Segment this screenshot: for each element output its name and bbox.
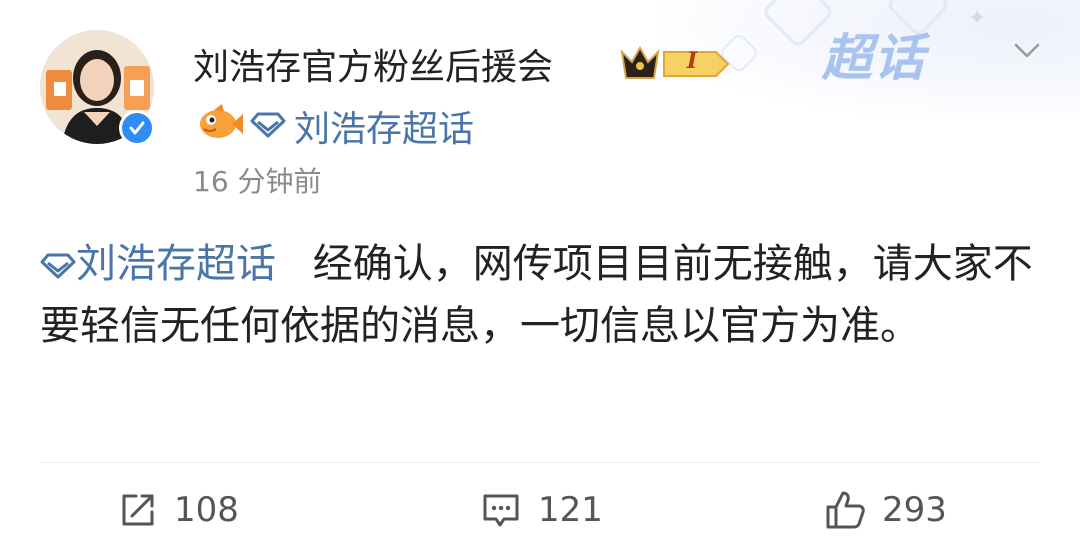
topic-link[interactable]: 刘浩存超话 bbox=[294, 100, 474, 152]
like-count: 293 bbox=[882, 490, 947, 530]
divider bbox=[40, 462, 1040, 463]
comment-count: 121 bbox=[538, 490, 603, 530]
username[interactable]: 刘浩存官方粉丝后援会 bbox=[193, 38, 553, 90]
post-timestamp: 16 分钟前 bbox=[193, 165, 322, 198]
diamond-icon bbox=[250, 112, 286, 138]
diamond-icon bbox=[40, 253, 76, 279]
comment-icon bbox=[483, 494, 519, 527]
chaohua-badge[interactable]: 超话 bbox=[822, 18, 926, 90]
level-badge-text: I bbox=[686, 48, 698, 74]
inline-topic-label: 刘浩存超话 bbox=[76, 241, 276, 287]
fish-icon bbox=[200, 104, 243, 138]
repost-button[interactable]: 108 bbox=[118, 488, 239, 532]
like-icon bbox=[826, 491, 865, 529]
verified-icon bbox=[119, 110, 155, 146]
repost-icon bbox=[122, 494, 154, 526]
post-content: 刘浩存超话 经确认，网传项目目前无接触，请大家不要轻信无任何依据的消息，一切信息… bbox=[40, 233, 1050, 357]
inline-topic-tag[interactable]: 刘浩存超话 bbox=[40, 241, 276, 287]
comment-button[interactable]: 121 bbox=[480, 488, 603, 532]
like-button[interactable]: 293 bbox=[824, 488, 947, 532]
weibo-post-card: ✦ 超话 刘浩存官方粉丝后援会 I 刘浩存超话 16 分钟前 刘浩存超话 经确认… bbox=[0, 0, 1080, 555]
crown-badge-icon[interactable] bbox=[620, 44, 730, 84]
repost-count: 108 bbox=[174, 490, 239, 530]
chevron-down-icon[interactable] bbox=[1012, 36, 1042, 66]
sparkle-icon: ✦ bbox=[968, 6, 987, 31]
